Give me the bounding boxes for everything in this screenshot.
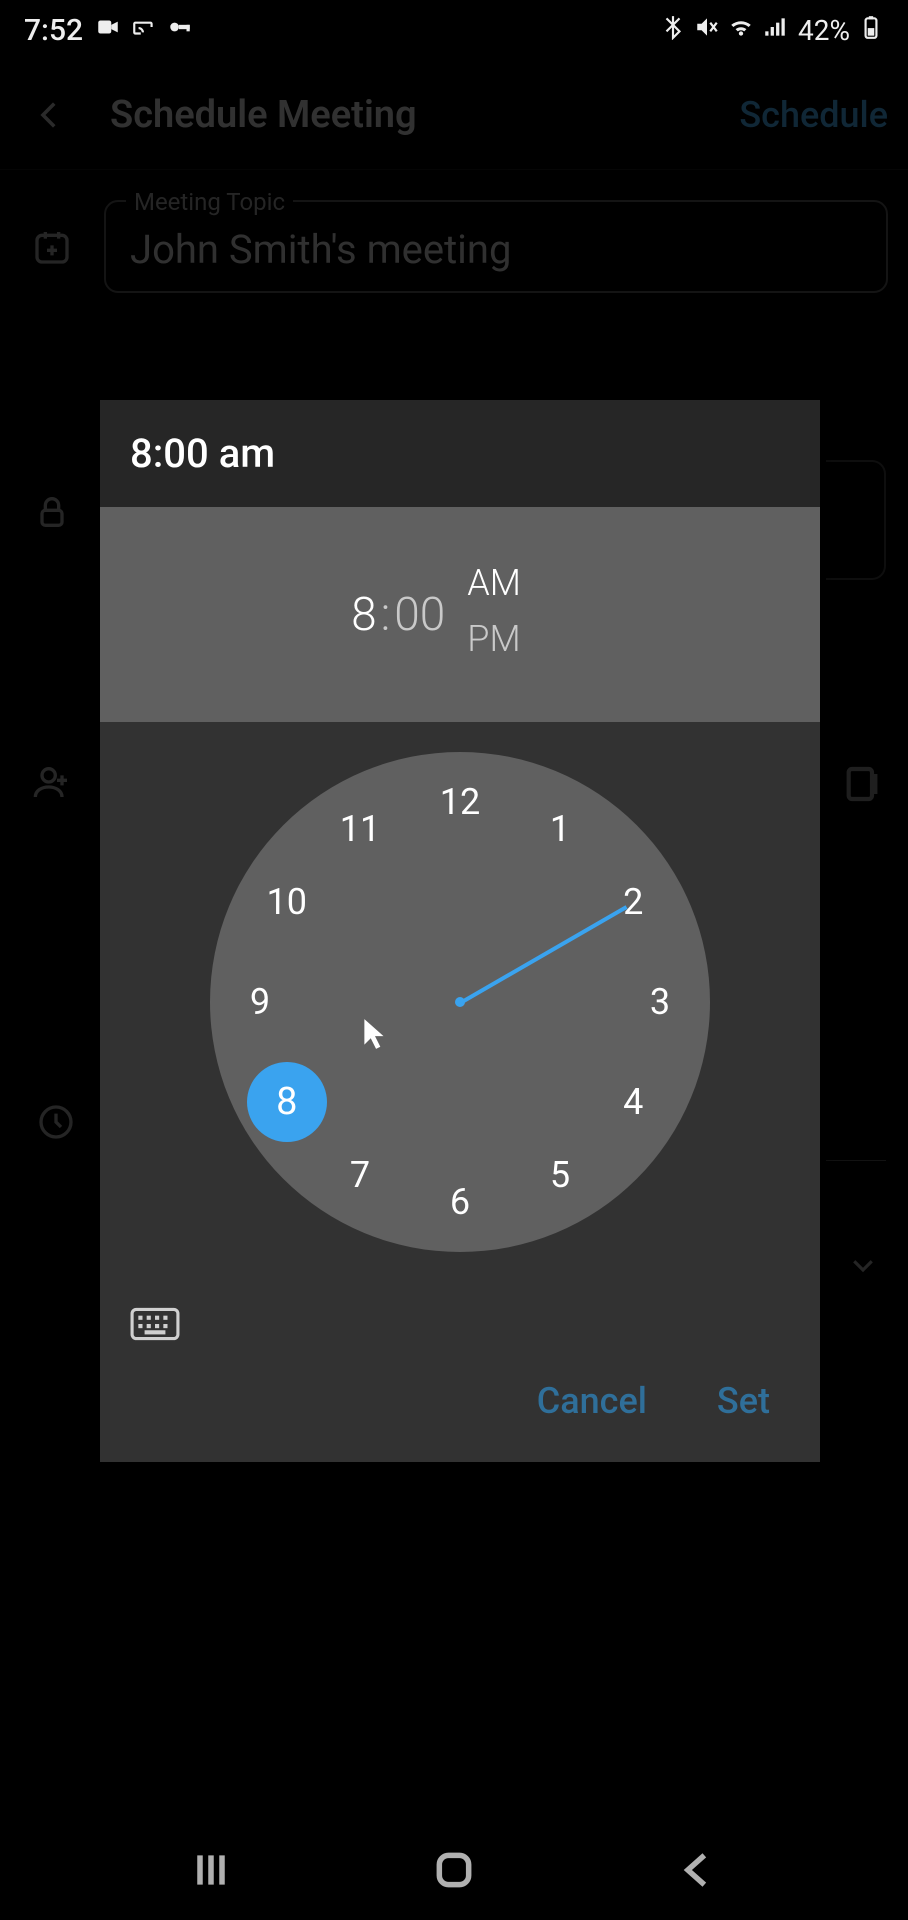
battery-icon xyxy=(858,14,884,47)
clock-hour-selected[interactable]: 8 xyxy=(247,1062,327,1142)
clock-hour-5[interactable]: 5 xyxy=(535,1150,585,1200)
calendar-add-icon xyxy=(30,225,74,269)
clock-hour-1[interactable]: 1 xyxy=(535,804,585,854)
pm-toggle[interactable]: PM xyxy=(467,618,521,660)
background-field-peek xyxy=(826,460,886,580)
dialog-actions: Cancel Set xyxy=(100,1362,820,1462)
cancel-button[interactable]: Cancel xyxy=(537,1380,647,1422)
meeting-topic-label: Meeting Topic xyxy=(126,188,293,216)
am-toggle[interactable]: AM xyxy=(467,562,521,604)
schedule-button[interactable]: Schedule xyxy=(739,94,888,136)
app-header: Schedule Meeting Schedule xyxy=(0,60,908,170)
battery-percent: 42% xyxy=(798,14,850,47)
navigation-bar xyxy=(0,1820,908,1920)
set-button[interactable]: Set xyxy=(717,1380,770,1422)
home-button[interactable] xyxy=(424,1840,484,1900)
camera-icon xyxy=(95,14,121,47)
status-time: 7:52 xyxy=(24,13,83,48)
topic-row: Meeting Topic John Smith's meeting xyxy=(0,170,908,293)
clock-hour-12[interactable]: 12 xyxy=(435,777,485,827)
digital-time-area: 8 : 00 AM PM xyxy=(100,507,820,722)
meeting-topic-value: John Smith's meeting xyxy=(130,226,862,273)
status-right: 42% xyxy=(660,14,884,47)
clock-hour-11[interactable]: 11 xyxy=(335,804,385,854)
clock-hour-6[interactable]: 6 xyxy=(435,1177,485,1227)
time-picker-dialog: 8:00 am 8 : 00 AM PM 121234567891011 xyxy=(100,400,820,1462)
meeting-topic-field[interactable]: Meeting Topic John Smith's meeting xyxy=(104,200,888,293)
wifi-icon xyxy=(728,14,754,47)
vpn-key-icon xyxy=(167,14,193,47)
analog-clock-area: 12 12 3 45678 9 10 11 xyxy=(100,722,820,1362)
cast-icon xyxy=(131,14,157,47)
clock-icon xyxy=(34,1100,78,1144)
clock-hour-3[interactable]: 3 xyxy=(635,977,685,1027)
keyboard-toggle-button[interactable] xyxy=(130,1306,180,1342)
clock-hour-10[interactable]: 10 xyxy=(262,877,312,927)
contacts-icon xyxy=(842,760,882,808)
recents-button[interactable] xyxy=(181,1840,241,1900)
bluetooth-icon xyxy=(660,14,686,47)
clock-face[interactable]: 12 12 3 45678 9 10 11 xyxy=(210,752,710,1252)
expand-chevron-icon xyxy=(848,1250,878,1280)
clock-hour-9[interactable]: 9 xyxy=(235,977,285,1027)
back-button[interactable] xyxy=(30,95,70,135)
divider xyxy=(826,1160,886,1161)
clock-hour-7[interactable]: 7 xyxy=(335,1150,385,1200)
nav-back-button[interactable] xyxy=(667,1840,727,1900)
signal-icon xyxy=(762,14,788,47)
clock-hand xyxy=(461,905,628,1003)
clock-center-dot xyxy=(455,997,465,1007)
time-picker-title: 8:00 am xyxy=(100,400,820,507)
digital-hour[interactable]: 8 xyxy=(351,588,377,642)
status-left: 7:52 xyxy=(24,13,193,48)
digital-minute[interactable]: 00 xyxy=(394,588,445,642)
mute-volume-icon xyxy=(694,14,720,47)
clock-hour-4[interactable]: 4 xyxy=(608,1077,658,1127)
lock-icon xyxy=(30,490,74,534)
clock-hour-2[interactable]: 2 xyxy=(608,877,658,927)
digital-separator: : xyxy=(381,588,391,642)
add-person-icon xyxy=(30,760,74,804)
page-title: Schedule Meeting xyxy=(110,93,739,137)
status-bar: 7:52 42% xyxy=(0,0,908,60)
